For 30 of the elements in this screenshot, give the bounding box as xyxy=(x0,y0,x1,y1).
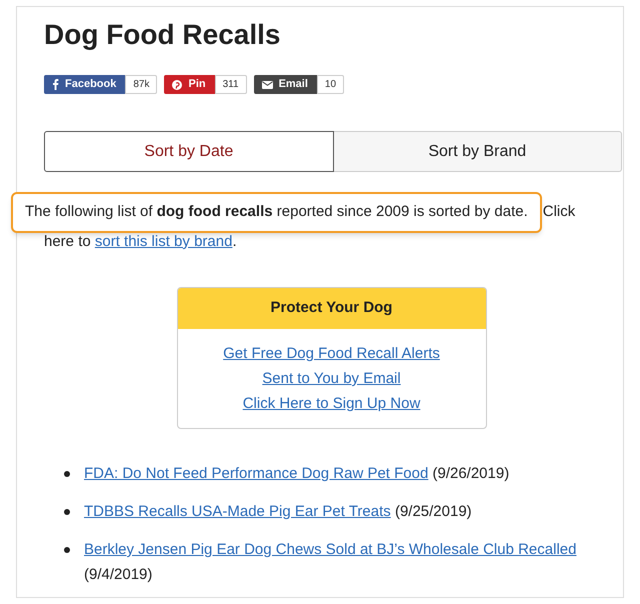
recall-link[interactable]: FDA: Do Not Feed Performance Dog Raw Pet Food xyxy=(84,465,428,482)
recall-link[interactable]: Berkley Jensen Pig Ear Dog Chews Sold at BJ’s Wholesale Club Recalled xyxy=(84,541,576,558)
share-count: 311 xyxy=(214,75,247,94)
recall-date: (9/25/2019) xyxy=(394,503,472,520)
signup-link[interactable]: Click Here to Sign Up Now xyxy=(242,393,420,414)
bullet-icon xyxy=(64,547,70,553)
period-text: . xyxy=(232,232,237,250)
recall-date: (9/26/2019) xyxy=(432,465,510,482)
share-count: 10 xyxy=(316,75,344,94)
sort-tab[interactable]: Sort by Date xyxy=(44,131,334,172)
signup-link[interactable]: Get Free Dog Food Recall Alerts xyxy=(223,343,440,364)
recall-link[interactable]: TDBBS Recalls USA-Made Pig Ear Pet Treats xyxy=(84,503,391,520)
bullet-icon xyxy=(64,471,70,477)
share-count: 87k xyxy=(125,75,158,94)
sort-tab[interactable]: Sort by Brand xyxy=(334,131,622,172)
page-title: Dog Food Recalls xyxy=(44,18,282,52)
signup-box-title: Protect Your Dog xyxy=(178,288,486,329)
body-text: here to xyxy=(44,232,91,250)
p-logo-icon xyxy=(172,80,182,90)
bullet-icon xyxy=(64,509,70,515)
share-button[interactable]: Pin xyxy=(164,75,215,94)
body-text: Click xyxy=(542,202,576,222)
f-logo-icon xyxy=(52,79,59,90)
recall-date: (9/4/2019) xyxy=(84,566,152,583)
signup-link[interactable]: Sent to You by Email xyxy=(262,368,401,389)
share-button[interactable]: Email xyxy=(254,75,317,94)
highlighted-sentence: The following list of dog food recalls reported since 2009 is sorted by date. xyxy=(11,192,542,232)
share-button[interactable]: Facebook xyxy=(44,75,126,94)
envelope-icon xyxy=(262,80,273,88)
sort-link[interactable]: sort this list by brand xyxy=(94,232,232,250)
